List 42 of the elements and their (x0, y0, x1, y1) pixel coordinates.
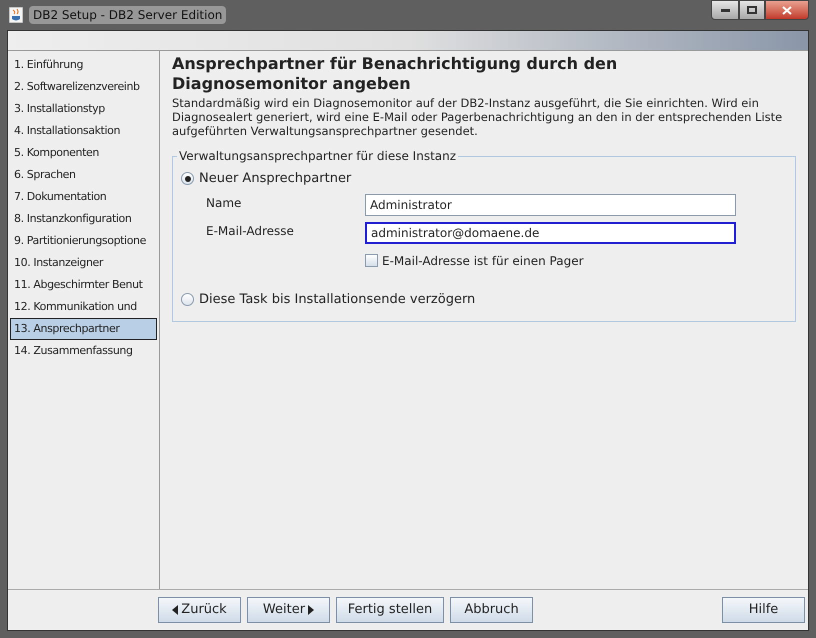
minimize-icon (720, 8, 730, 12)
step-item[interactable]: 14. Zusammenfassung (10, 340, 157, 362)
step-item[interactable]: 4. Installationsaktion (10, 120, 157, 142)
right-triangle-icon (308, 605, 314, 615)
step-item[interactable]: 10. Instanzeigner (10, 252, 157, 274)
left-triangle-icon (172, 605, 178, 615)
step-item[interactable]: 3. Installationstyp (10, 98, 157, 120)
group-title: Verwaltungsansprechpartner für diese Instanz (177, 149, 458, 163)
coffee-cup-icon (9, 7, 23, 23)
window-title: DB2 Setup - DB2 Server Edition (29, 6, 226, 24)
close-icon (782, 6, 792, 14)
page-heading: Ansprechpartner für Benachrichtigung durch den Diagnosemonitor angeben (172, 54, 618, 94)
text-field[interactable]: administrator@domaene.de (365, 222, 736, 244)
wizard-button[interactable]: Zurück (158, 597, 241, 623)
description: Standardmäßig wird ein Diagnosemonitor auf der DB2-Instanz ausgeführt, die Sie einrichten. Wird ein Diagnosealert generiert, wird eine E-Mail oder Pagerbenachrichtigung an den in der entsprechenden Liste aufgeführten Verwaltungsansprechpartner gesendet. (172, 96, 784, 138)
maximize-button[interactable] (739, 0, 765, 20)
minimize-button[interactable] (711, 0, 739, 20)
wizard-button[interactable]: Abbruch (450, 597, 533, 623)
text-field[interactable]: Administrator (365, 194, 736, 216)
step-item[interactable]: 8. Instanzkonfiguration (10, 208, 157, 230)
step-item[interactable]: 9. Partitionierungsoptione (10, 230, 157, 252)
step-item[interactable]: 13. Ansprechpartner (10, 318, 157, 340)
checkbox[interactable] (365, 254, 378, 267)
wizard-button[interactable]: Weiter (247, 597, 330, 623)
radio-button[interactable] (181, 292, 194, 306)
step-item[interactable]: 7. Dokumentation (10, 186, 157, 208)
step-item[interactable]: 12. Kommunikation und (10, 296, 157, 318)
step-item[interactable]: 6. Sprachen (10, 164, 157, 186)
field-label: Name (206, 194, 242, 212)
wizard-button[interactable]: Hilfe (722, 597, 805, 623)
step-item[interactable]: 1. Einführung (10, 54, 157, 76)
step-item[interactable]: 11. Abgeschirmter Benut (10, 274, 157, 296)
field-label: E-Mail-Adresse (206, 222, 295, 240)
close-button[interactable] (765, 0, 809, 20)
step-item[interactable]: 5. Komponenten (10, 142, 157, 164)
radio-button[interactable] (181, 172, 194, 186)
wizard-button[interactable]: Fertig stellen (336, 597, 444, 623)
step-item[interactable]: 2. Softwarelizenzvereinb (10, 76, 157, 98)
maximize-icon (747, 6, 757, 14)
radio-label: Diese Task bis Installationsende verzögern (199, 290, 476, 308)
checkbox-label: E-Mail-Adresse ist für einen Pager (382, 252, 584, 270)
radio-label: Neuer Ansprechpartner (199, 170, 352, 188)
